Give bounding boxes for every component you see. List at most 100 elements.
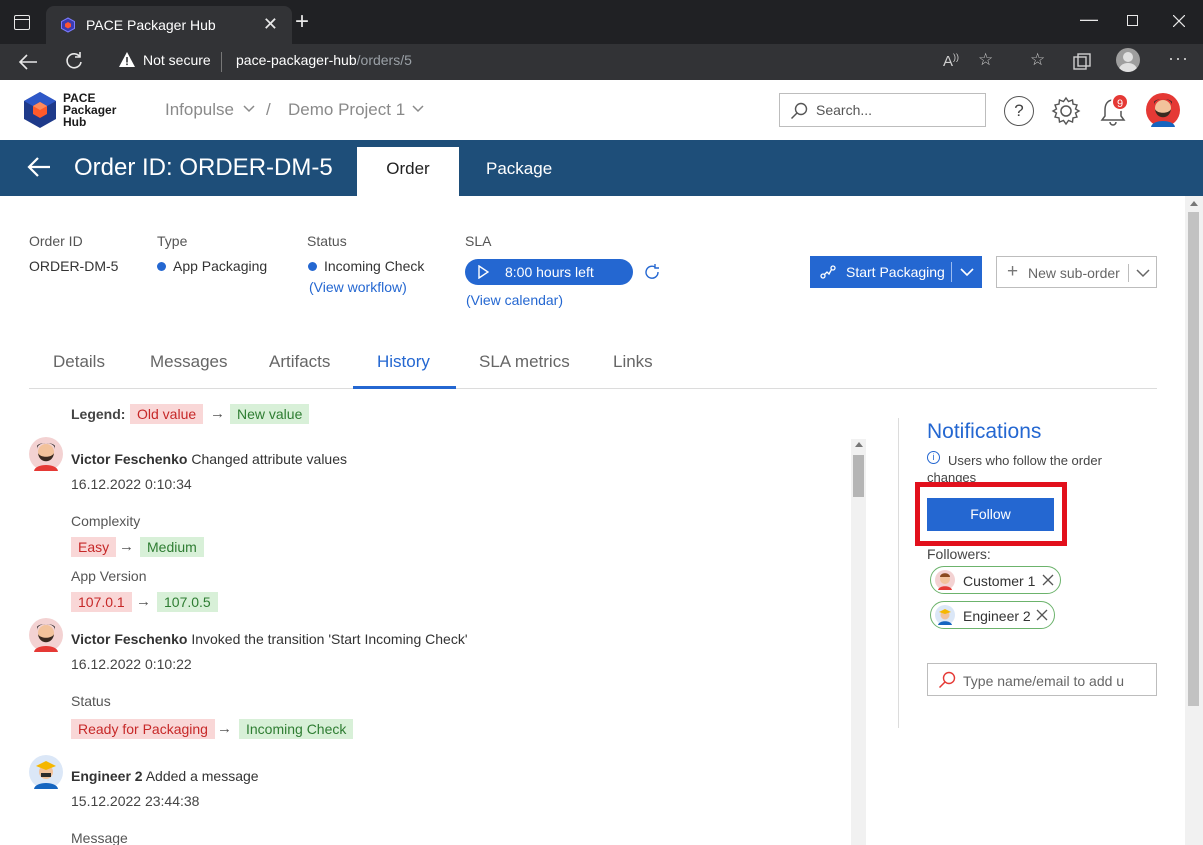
follow-button[interactable]: Follow: [927, 498, 1054, 531]
remove-icon[interactable]: [1040, 572, 1056, 588]
follower-name: Engineer 2: [963, 608, 1031, 624]
legend-new-chip: New value: [230, 404, 310, 424]
favorite-add-icon[interactable]: ☆: [978, 50, 993, 70]
sla-label: SLA: [465, 233, 492, 249]
new-value-chip: Medium: [140, 537, 204, 557]
tab-order[interactable]: Order: [357, 147, 459, 196]
new-sub-order-label: New sub-order: [1028, 265, 1120, 281]
user-avatar: [29, 437, 63, 471]
url-text[interactable]: pace-packager-hub/orders/5: [236, 52, 412, 68]
start-packaging-button[interactable]: Start Packaging: [810, 256, 982, 288]
arrow-icon: →: [210, 405, 225, 422]
plus-icon: +: [1007, 261, 1019, 282]
url-host: pace-packager-hub: [236, 52, 357, 68]
legend-label: Legend:: [71, 406, 126, 422]
follower-chip: Customer 1: [930, 566, 1061, 594]
chevron-down-icon[interactable]: [243, 105, 255, 113]
notifications-description: Users who follow the order changes: [927, 453, 1102, 485]
minimize-icon[interactable]: —: [1080, 9, 1098, 30]
history-user-name: Victor Feschenko: [71, 451, 188, 467]
follower-chip: Engineer 2: [930, 601, 1055, 629]
back-icon[interactable]: [18, 53, 38, 71]
legend-old-chip: Old value: [130, 404, 204, 424]
scrollbar-thumb[interactable]: [853, 455, 864, 497]
order-banner: Order ID: ORDER-DM-5 Order Package: [0, 140, 1203, 196]
tab-details[interactable]: Details: [53, 352, 105, 372]
logo-text[interactable]: PACE Packager Hub: [63, 92, 116, 128]
window-close-icon[interactable]: [1173, 15, 1185, 27]
add-follower-input[interactable]: Type name/email to add u: [927, 663, 1157, 696]
status-label: Status: [307, 233, 347, 249]
follower-name: Customer 1: [963, 573, 1036, 589]
notifications-divider: [898, 418, 899, 728]
breadcrumb-org[interactable]: Infopulse: [165, 100, 234, 120]
warning-icon[interactable]: [118, 51, 136, 69]
breadcrumb-project[interactable]: Demo Project 1: [288, 100, 405, 120]
workflow-icon: [820, 265, 836, 279]
collections-icon[interactable]: [1073, 53, 1091, 71]
history-user-name: Victor Feschenko: [71, 631, 188, 647]
tab-history[interactable]: History: [377, 352, 430, 372]
remove-icon[interactable]: [1034, 607, 1050, 623]
back-arrow-icon[interactable]: [26, 153, 52, 181]
scroll-up-icon[interactable]: [855, 442, 863, 447]
notifications-title: Notifications: [927, 420, 1042, 443]
sla-timer[interactable]: 8:00 hours left: [465, 259, 633, 285]
history-scrollbar[interactable]: [851, 439, 866, 845]
tab-sla-metrics[interactable]: SLA metrics: [479, 352, 570, 372]
tab-package[interactable]: Package: [486, 159, 552, 179]
help-icon[interactable]: ?: [1004, 96, 1034, 126]
old-value-chip: 107.0.1: [71, 592, 132, 612]
old-value-chip: Easy: [71, 537, 117, 557]
pace-logo-icon[interactable]: [22, 90, 58, 130]
refresh-page-icon[interactable]: [64, 51, 84, 71]
gear-icon[interactable]: [1051, 96, 1081, 126]
tab-actions-icon[interactable]: [14, 15, 30, 30]
tab-artifacts[interactable]: Artifacts: [269, 352, 330, 372]
add-follower-placeholder: Type name/email to add u: [963, 673, 1125, 689]
user-avatar[interactable]: [1146, 93, 1180, 127]
type-label: Type: [157, 233, 188, 249]
history-action: Added a message: [145, 768, 259, 784]
scrollbar-thumb[interactable]: [1188, 212, 1199, 706]
order-id-label: Order ID: [29, 233, 83, 249]
tab-messages[interactable]: Messages: [150, 352, 227, 372]
arrow-icon: →: [119, 538, 134, 555]
status-dot-icon: [308, 262, 317, 271]
new-tab-icon[interactable]: +: [295, 8, 309, 36]
tab-close-icon[interactable]: ✕: [263, 14, 278, 35]
view-calendar-link[interactable]: (View calendar): [466, 292, 563, 308]
search-icon: [938, 671, 956, 689]
chevron-down-icon[interactable]: [959, 264, 975, 280]
search-icon: [790, 102, 808, 120]
more-menu-icon[interactable]: ···: [1168, 48, 1189, 69]
favorites-icon[interactable]: ☆: [1030, 50, 1045, 70]
profile-avatar[interactable]: [1116, 48, 1140, 72]
chevron-down-icon[interactable]: [412, 105, 424, 113]
address-bar: Not secure pace-packager-hub/orders/5 A)…: [0, 44, 1203, 80]
history-field: App Version: [71, 568, 147, 584]
search-input[interactable]: Search...: [779, 93, 986, 127]
app-header: PACE Packager Hub Infopulse / Demo Proje…: [0, 80, 1203, 140]
refresh-icon[interactable]: [643, 263, 661, 281]
new-sub-order-button[interactable]: + New sub-order: [996, 256, 1157, 288]
view-workflow-link[interactable]: (View workflow): [309, 279, 407, 295]
scroll-up-icon[interactable]: [1190, 201, 1198, 206]
maximize-icon[interactable]: [1127, 15, 1138, 26]
pace-favicon-icon: [61, 17, 75, 33]
follower-avatar: [935, 605, 955, 625]
sla-value: 8:00 hours left: [505, 264, 594, 280]
history-date: 16.12.2022 0:10:34: [71, 476, 192, 492]
arrow-icon: →: [217, 720, 232, 737]
url-separator: [221, 52, 222, 72]
button-divider: [1128, 264, 1129, 282]
not-secure-label[interactable]: Not secure: [143, 52, 211, 68]
read-aloud-icon[interactable]: A)): [943, 52, 959, 70]
history-entry-user: Victor Feschenko Invoked the transition …: [71, 631, 468, 647]
chevron-down-icon[interactable]: [1135, 265, 1151, 281]
browser-tab[interactable]: PACE Packager Hub ✕: [46, 6, 292, 44]
tab-links[interactable]: Links: [613, 352, 653, 372]
page-scrollbar[interactable]: [1185, 196, 1203, 845]
tabs-divider: [29, 388, 1157, 389]
type-value: App Packaging: [173, 258, 268, 274]
